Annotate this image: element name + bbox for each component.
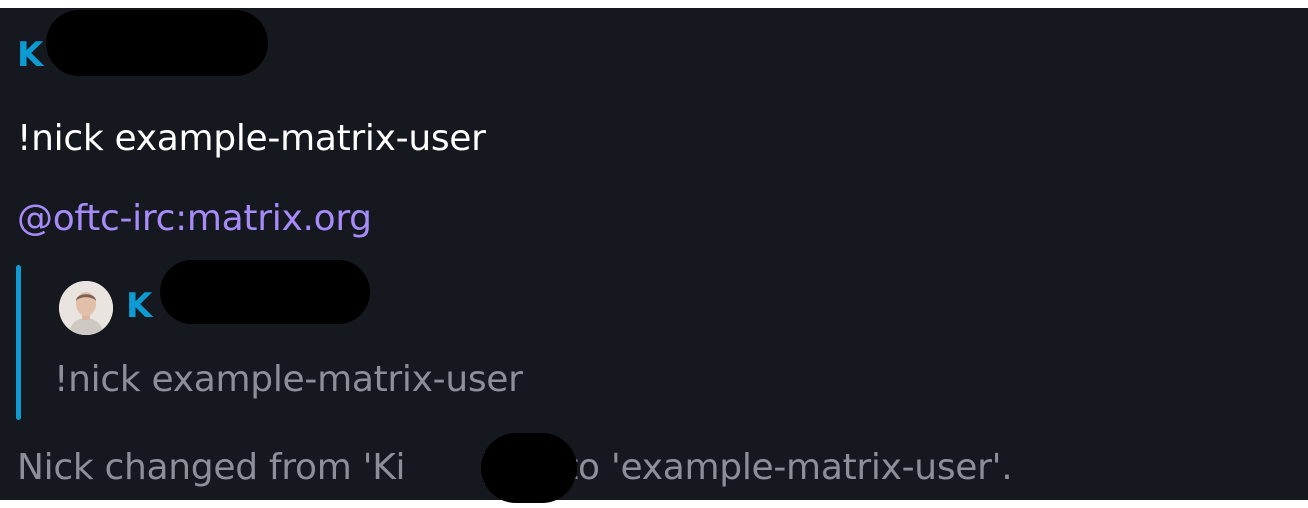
reply-quote-bar [16,265,21,420]
user-mention-pill[interactable]: @oftc-irc:matrix.org [17,201,372,237]
redaction-reply-sender [160,260,370,324]
redaction-status [481,433,577,503]
redaction-sender [46,10,268,76]
user-avatar-icon[interactable] [59,281,113,335]
reply-quote-body[interactable]: !nick example-matrix-user [54,362,523,398]
status-text-prefix: Nick changed from 'Ki [17,447,406,488]
message-panel: K !nick example-matrix-user @oftc-irc:ma… [0,8,1308,503]
sender-name[interactable]: K [17,38,43,72]
reply-sender-name[interactable]: K [126,289,152,323]
message-body: !nick example-matrix-user [17,118,486,159]
